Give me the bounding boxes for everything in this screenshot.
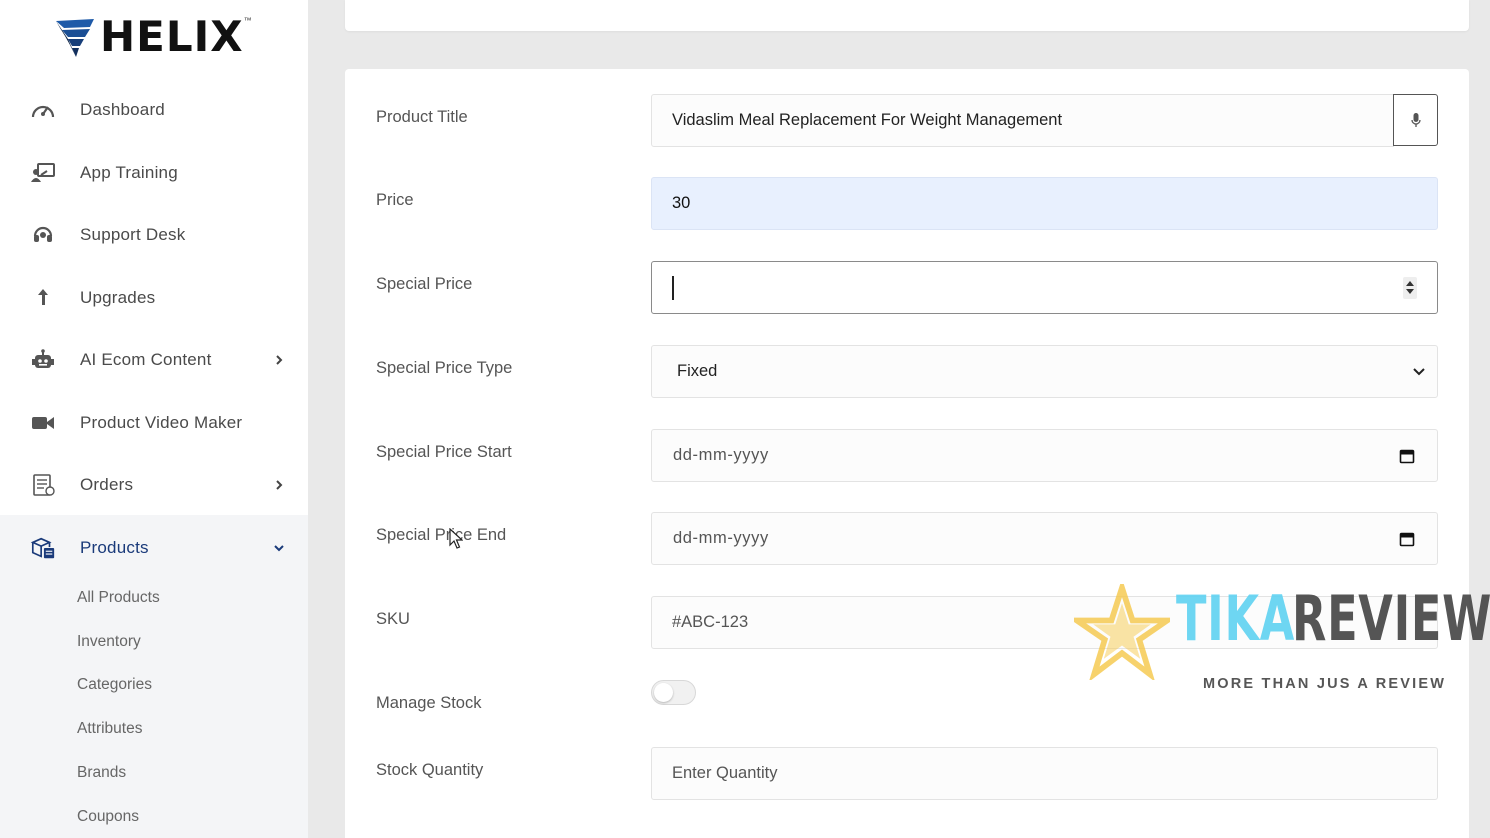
product-title-value: Vidaslim Meal Replacement For Weight Man… [672, 111, 1063, 129]
gauge-icon [30, 97, 56, 123]
special-price-end-input[interactable]: dd-mm-yyyy [651, 512, 1438, 565]
sidebar-item-label: App Training [80, 163, 178, 182]
product-title-label: Product Title [376, 108, 468, 126]
text-caret [672, 275, 674, 300]
stock-quantity-input[interactable]: Enter Quantity [651, 747, 1438, 800]
receipt-icon [30, 472, 56, 498]
sidebar-item-ai-ecom-content[interactable]: AI Ecom Content [0, 340, 308, 380]
submenu-all-products[interactable]: All Products [77, 589, 160, 607]
calendar-icon[interactable] [1399, 448, 1415, 464]
watermark: TIKA REVIEW MORE THAN JUS A REVIEW [1070, 580, 1490, 700]
special-price-type-label: Special Price Type [376, 359, 513, 377]
watermark-word-tika: TIKA [1176, 582, 1296, 655]
training-icon [30, 160, 56, 186]
submenu-brands[interactable]: Brands [77, 764, 126, 782]
chevron-right-icon [276, 480, 283, 490]
special-price-input[interactable] [651, 261, 1438, 314]
special-price-start-input[interactable]: dd-mm-yyyy [651, 429, 1438, 482]
star-icon [1074, 584, 1170, 680]
sidebar-item-label: Support Desk [80, 225, 186, 244]
sidebar-item-product-video-maker[interactable]: Product Video Maker [0, 403, 308, 443]
sidebar-item-label: Product Video Maker [80, 413, 243, 432]
submenu-categories[interactable]: Categories [77, 676, 152, 694]
product-title-input[interactable]: Vidaslim Meal Replacement For Weight Man… [651, 94, 1394, 147]
special-price-type-value: Fixed [677, 362, 718, 380]
sidebar-item-label: Orders [80, 475, 134, 494]
price-label: Price [376, 191, 414, 209]
sidebar-item-orders[interactable]: Orders [0, 465, 308, 505]
price-input[interactable]: 30 [651, 177, 1438, 230]
robot-icon [30, 347, 56, 373]
sidebar-item-label: Upgrades [80, 288, 156, 307]
price-value: 30 [672, 194, 691, 212]
sku-label: SKU [376, 610, 410, 628]
sku-placeholder: #ABC-123 [672, 613, 749, 631]
calendar-icon[interactable] [1399, 531, 1415, 547]
sidebar-item-support-desk[interactable]: Support Desk [0, 215, 308, 255]
helix-logo[interactable]: HELIX ™ [54, 14, 252, 60]
sidebar-item-dashboard[interactable]: Dashboard [0, 90, 308, 130]
toggle-knob [654, 683, 673, 702]
special-price-type-select[interactable]: Fixed [651, 345, 1438, 398]
submenu-attributes[interactable]: Attributes [77, 720, 142, 738]
special-price-end-label: Special Price End [376, 526, 507, 544]
sidebar-item-products[interactable]: Products [0, 528, 308, 568]
stock-quantity-label: Stock Quantity [376, 761, 484, 779]
chevron-down-icon [274, 545, 284, 552]
top-card [345, 0, 1469, 31]
spinner-up-icon[interactable] [1406, 281, 1414, 286]
submenu-coupons[interactable]: Coupons [77, 808, 139, 826]
number-spinner[interactable] [1403, 276, 1417, 299]
spinner-down-icon[interactable] [1406, 289, 1414, 294]
sidebar-item-label: Dashboard [80, 100, 165, 119]
sidebar: HELIX ™ Dashboard App Training Support D… [0, 0, 308, 838]
boxes-icon [30, 535, 56, 561]
chevron-right-icon [276, 355, 283, 365]
trademark-mark: ™ [243, 16, 252, 25]
headset-icon [30, 222, 56, 248]
sidebar-item-label: AI Ecom Content [80, 350, 212, 369]
sidebar-item-app-training[interactable]: App Training [0, 153, 308, 193]
manage-stock-label: Manage Stock [376, 694, 482, 712]
date-placeholder: dd-mm-yyyy [673, 446, 769, 464]
sidebar-item-label: Products [80, 538, 149, 557]
stock-quantity-placeholder: Enter Quantity [672, 764, 778, 782]
voice-input-button[interactable] [1393, 94, 1438, 146]
submenu-inventory[interactable]: Inventory [77, 633, 141, 651]
tornado-logo-icon [56, 19, 94, 57]
sidebar-item-upgrades[interactable]: Upgrades [0, 278, 308, 318]
watermark-tagline: MORE THAN JUS A REVIEW [1203, 676, 1447, 692]
manage-stock-toggle[interactable] [651, 680, 696, 705]
logo-wordmark: HELIX [100, 12, 244, 61]
arrow-up-icon [30, 285, 56, 311]
date-placeholder: dd-mm-yyyy [673, 529, 769, 547]
video-camera-icon [30, 410, 56, 436]
watermark-word-review: REVIEW [1292, 582, 1490, 655]
special-price-start-label: Special Price Start [376, 443, 512, 461]
mouse-cursor-icon [449, 528, 463, 549]
special-price-label: Special Price [376, 275, 473, 293]
chevron-down-icon [1413, 367, 1425, 375]
microphone-icon [1410, 113, 1421, 127]
